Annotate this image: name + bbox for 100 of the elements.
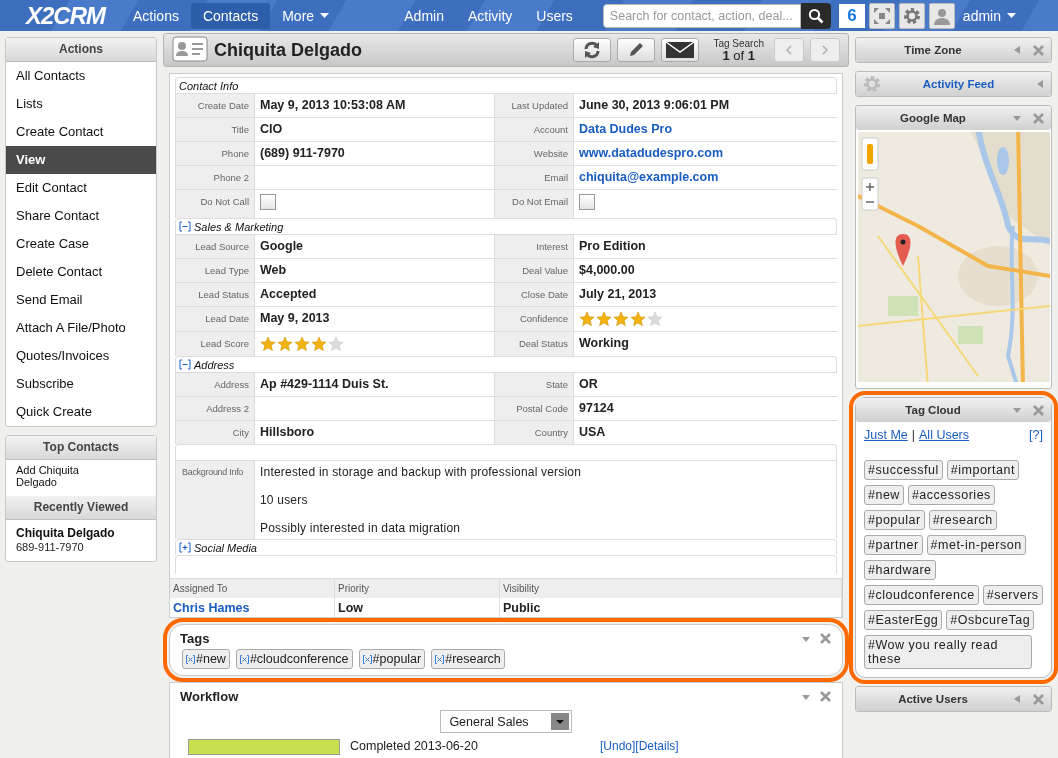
field-label: Lead Status — [175, 283, 255, 306]
star-icon — [311, 336, 327, 352]
field-link[interactable]: chiquita@example.com — [579, 170, 832, 184]
action-item[interactable]: Subscribe — [6, 370, 156, 398]
field-label: City — [175, 421, 255, 444]
logo[interactable]: X2CRM — [26, 1, 105, 30]
settings-button[interactable] — [898, 2, 925, 29]
tag-chip[interactable]: #research — [431, 649, 505, 669]
help-link[interactable]: [?] — [1029, 428, 1043, 442]
panel-title: Actions — [6, 38, 156, 62]
action-item[interactable]: Lists — [6, 90, 156, 118]
column-header: Visibility — [500, 578, 842, 598]
expand-icon[interactable] — [179, 542, 191, 553]
tag-chip[interactable]: #accessories — [907, 485, 995, 505]
star-icon — [596, 311, 612, 327]
star-rating[interactable] — [260, 336, 344, 352]
field-label: Deal Status — [494, 332, 574, 356]
remove-icon[interactable] — [239, 654, 249, 664]
assignee-link[interactable]: Chris Hames — [173, 601, 250, 615]
stage-link[interactable]: [Undo] — [600, 739, 636, 753]
workflow-select[interactable]: General Sales — [440, 710, 572, 733]
tag-chip[interactable]: #new — [864, 485, 904, 505]
caret-icon — [1007, 12, 1016, 19]
tag-chip[interactable]: #popular — [864, 510, 925, 530]
action-item[interactable]: View — [6, 146, 156, 174]
field-link[interactable]: www.datadudespro.com — [579, 146, 832, 160]
star-icon — [294, 336, 310, 352]
tag-label: #popular — [372, 652, 422, 666]
action-item[interactable]: Create Case — [6, 230, 156, 258]
filter-link[interactable]: Just Me — [864, 428, 908, 442]
action-item[interactable]: Delete Contact — [6, 258, 156, 286]
stage-link[interactable]: [Details] — [635, 739, 679, 753]
checkbox[interactable] — [260, 194, 276, 210]
collapse-icon[interactable] — [179, 221, 191, 232]
tag-chip[interactable]: #new — [182, 649, 230, 669]
remove-icon[interactable] — [362, 654, 372, 664]
remove-icon[interactable] — [186, 654, 195, 664]
field-label: Background Info — [175, 461, 255, 539]
add-contact-link[interactable]: Add Chiquita Delgado — [6, 460, 106, 496]
nav-link[interactable]: More — [270, 2, 342, 29]
close-icon[interactable] — [819, 632, 832, 645]
close-icon[interactable] — [1032, 43, 1045, 57]
cell-text: Public — [503, 601, 541, 615]
tag-chip[interactable]: #OsbcureTag — [946, 610, 1035, 630]
action-item[interactable]: Create Contact — [6, 118, 156, 146]
nav-link[interactable]: Admin — [392, 2, 456, 29]
star-icon — [630, 311, 646, 327]
action-item[interactable]: Edit Contact — [6, 174, 156, 202]
tag-chip[interactable]: #hardware — [864, 560, 936, 580]
tag-chip[interactable]: #popular — [358, 649, 426, 669]
fullscreen-button[interactable] — [868, 2, 895, 29]
nav-link[interactable]: Users — [524, 2, 585, 29]
section-header[interactable]: Address — [175, 356, 837, 372]
recent-contact-link[interactable]: Chiquita Delgado — [6, 520, 156, 540]
tag-label: #research — [445, 652, 501, 666]
close-icon[interactable] — [819, 690, 832, 703]
tag-chip[interactable]: #Wow you really read these — [864, 635, 1032, 669]
filter-link[interactable]: All Users — [919, 428, 970, 442]
nav-link[interactable]: Contacts — [190, 2, 271, 29]
field-label: Phone — [175, 142, 255, 165]
tag-chip[interactable]: #servers — [982, 585, 1043, 605]
action-item[interactable]: Share Contact — [6, 202, 156, 230]
chevron-left-icon — [785, 45, 793, 55]
field-link[interactable]: Data Dudes Pro — [579, 122, 832, 136]
user-menu[interactable]: admin — [958, 2, 1028, 29]
action-item[interactable]: All Contacts — [6, 62, 156, 90]
checkbox[interactable] — [579, 194, 595, 210]
close-icon[interactable] — [1032, 111, 1045, 125]
section-header[interactable]: Social Media — [175, 539, 837, 555]
section-header[interactable]: Sales & Marketing — [175, 218, 837, 234]
notification-count[interactable]: 6 — [838, 3, 865, 28]
tag-chip[interactable]: #cloudconference — [235, 649, 353, 669]
field-label: Country — [494, 421, 574, 444]
action-item[interactable]: Quick Create — [6, 398, 156, 426]
edit-button[interactable] — [617, 38, 656, 62]
email-button[interactable] — [661, 38, 700, 62]
action-item[interactable]: Quotes/Invoices — [6, 342, 156, 370]
close-icon[interactable] — [1032, 403, 1045, 417]
nav-link[interactable]: Actions — [121, 2, 191, 29]
action-item[interactable]: Send Email — [6, 286, 156, 314]
field-label: Lead Score — [175, 332, 255, 356]
field-label: Phone 2 — [175, 166, 255, 189]
tag-chip[interactable]: #partner — [864, 535, 923, 555]
tag-chip[interactable]: #important — [946, 460, 1019, 480]
tag-chip[interactable]: #met-in-person — [926, 535, 1026, 555]
action-item[interactable]: Attach A File/Photo — [6, 314, 156, 342]
user-avatar[interactable] — [928, 2, 955, 29]
search-field[interactable]: Search for contact, action, deal... — [602, 3, 801, 28]
close-icon[interactable] — [1032, 692, 1045, 706]
field-text: Working — [579, 336, 630, 350]
collapse-icon[interactable] — [179, 359, 191, 370]
search-button[interactable] — [800, 2, 831, 29]
nav-link[interactable]: Activity — [455, 2, 525, 29]
tag-chip[interactable]: #successful — [864, 460, 943, 480]
refresh-button[interactable] — [573, 38, 612, 62]
tag-chip[interactable]: #cloudconference — [864, 585, 979, 605]
tag-chip[interactable]: #research — [928, 510, 997, 530]
star-rating[interactable] — [579, 311, 663, 327]
tag-chip[interactable]: #EasterEgg — [864, 610, 943, 630]
remove-icon[interactable] — [435, 654, 445, 664]
